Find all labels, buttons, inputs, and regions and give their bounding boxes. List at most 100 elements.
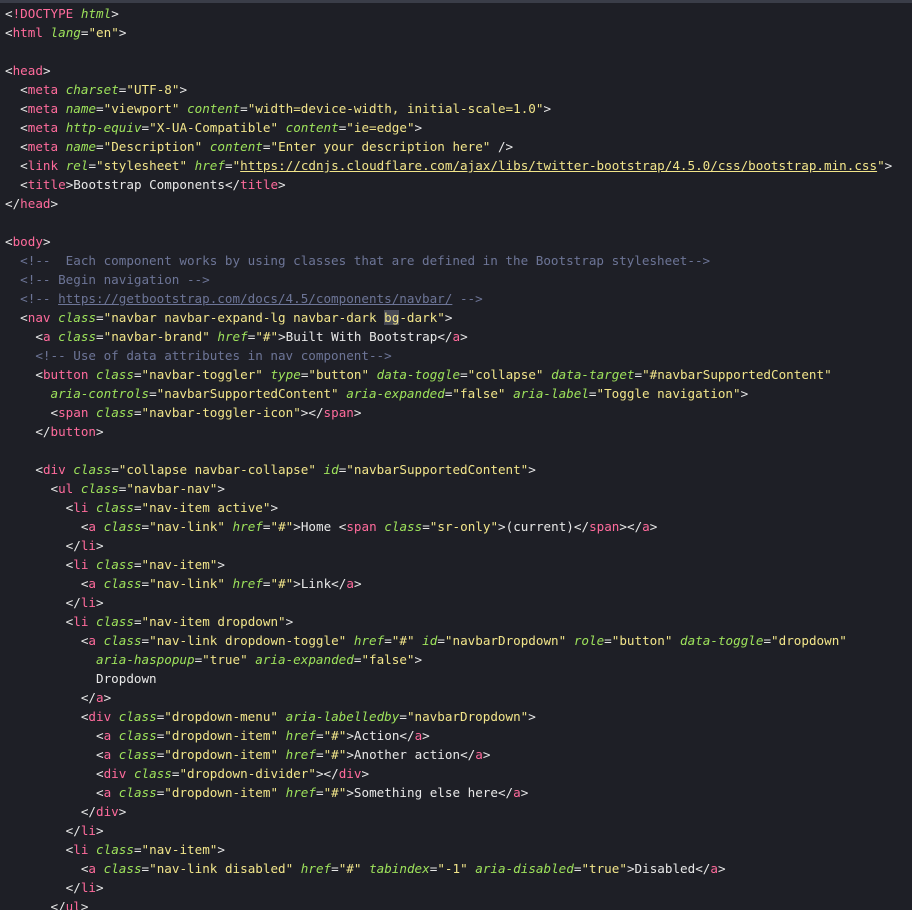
code-line[interactable]: <button class="navbar-toggler" type="but… [5, 365, 892, 384]
code-line[interactable]: <body> [5, 232, 892, 251]
punctuation: = [399, 709, 407, 724]
text-content [5, 785, 96, 800]
attribute-name: content [209, 139, 263, 154]
punctuation: = [604, 633, 612, 648]
text-content [346, 633, 354, 648]
code-line[interactable]: aria-haspopup="true" aria-expanded="fals… [5, 650, 892, 669]
code-line[interactable] [5, 441, 892, 460]
code-line[interactable]: <li class="nav-item"> [5, 555, 892, 574]
code-line[interactable]: <a class="nav-link" href="#">Link</a> [5, 574, 892, 593]
code-line[interactable]: <meta http-equiv="X-UA-Compatible" conte… [5, 118, 892, 137]
code-line[interactable]: aria-controls="navbarSupportedContent" a… [5, 384, 892, 403]
code-line[interactable] [5, 213, 892, 232]
punctuation: </ [573, 519, 590, 534]
code-line[interactable]: <!DOCTYPE html> [5, 4, 892, 23]
punctuation: > [111, 6, 119, 21]
string-literal: "collapse navbar-collapse" [118, 462, 316, 477]
code-line[interactable]: </button> [5, 422, 892, 441]
code-line[interactable]: <meta name="viewport" content="width=dev… [5, 99, 892, 118]
punctuation: = [133, 500, 142, 515]
attribute-name: class [96, 557, 134, 572]
code-line[interactable]: <li class="nav-item dropdown"> [5, 612, 892, 631]
code-line[interactable]: <a class="dropdown-item" href="#">Action… [5, 726, 892, 745]
code-line[interactable]: <div class="dropdown-divider"></div> [5, 764, 892, 783]
string-literal: "viewport" [103, 101, 180, 116]
punctuation: </ [80, 690, 96, 705]
text-content [5, 747, 96, 762]
attribute-name: rel [65, 158, 89, 173]
tag-name: li [80, 538, 97, 553]
attribute-name: tabindex [369, 861, 430, 876]
code-line[interactable]: <meta name="Description" content="Enter … [5, 137, 892, 156]
code-line[interactable]: <li class="nav-item active"> [5, 498, 892, 517]
tag-name: ul [58, 481, 74, 496]
code-line[interactable]: <!-- Use of data attributes in nav compo… [5, 346, 892, 365]
text-content [58, 158, 66, 173]
code-line[interactable]: </div> [5, 802, 892, 821]
tag-name: meta [27, 101, 59, 116]
attribute-name: data-target [551, 367, 635, 382]
code-line[interactable]: <a class="dropdown-item" href="#">Anothe… [5, 745, 892, 764]
code-line[interactable]: </a> [5, 688, 892, 707]
text-content [293, 861, 301, 876]
text-content [5, 329, 35, 344]
punctuation: = [141, 519, 150, 534]
attribute-name: id [422, 633, 438, 648]
code-line[interactable]: </li> [5, 821, 892, 840]
code-line[interactable]: <meta charset="UTF-8"> [5, 80, 892, 99]
punctuation: </ [399, 728, 415, 743]
code-line[interactable]: <div class="dropdown-menu" aria-labelled… [5, 707, 892, 726]
attribute-name: class [80, 481, 119, 496]
code-line[interactable]: <!-- Each component works by using class… [5, 251, 892, 270]
code-line[interactable]: <a class="nav-link disabled" href="#" ta… [5, 859, 892, 878]
code-line[interactable]: <a class="nav-link" href="#">Home <span … [5, 517, 892, 536]
attribute-name: class [118, 728, 157, 743]
code-line[interactable]: Dropdown [5, 669, 892, 688]
code-line[interactable]: <title>Bootstrap Components</title> [5, 175, 892, 194]
code-line[interactable]: </li> [5, 593, 892, 612]
punctuation: </ [331, 576, 347, 591]
punctuation: = [133, 405, 142, 420]
code-line[interactable]: <div class="collapse navbar-collapse" id… [5, 460, 892, 479]
code-line[interactable]: <html lang="en"> [5, 23, 892, 42]
punctuation: = [133, 614, 142, 629]
code-line[interactable]: <a class="dropdown-item" href="#">Someth… [5, 783, 892, 802]
url-link[interactable]: https://cdnjs.cloudflare.com/ajax/libs/t… [240, 158, 877, 173]
text-content [506, 386, 514, 401]
punctuation: > [96, 538, 104, 553]
tag-name: html [12, 25, 43, 40]
code-line[interactable]: <!-- Begin navigation --> [5, 270, 892, 289]
code-line[interactable]: </ul> [5, 897, 892, 910]
code-line[interactable]: <head> [5, 61, 892, 80]
punctuation: </ [65, 538, 81, 553]
punctuation: > [103, 690, 112, 705]
code-line[interactable]: <a class="navbar-brand" href="#">Built W… [5, 327, 892, 346]
tag-name: link [27, 158, 59, 173]
code-line[interactable]: <link rel="stylesheet" href="https://cdn… [5, 156, 892, 175]
text-content [5, 405, 51, 420]
string-literal: "en" [88, 25, 119, 40]
punctuation: = [133, 557, 142, 572]
code-editor[interactable]: <!DOCTYPE html> <html lang="en"> <head> <… [0, 0, 912, 910]
code-line[interactable] [5, 42, 892, 61]
code-line[interactable]: <span class="navbar-toggler-icon"></span… [5, 403, 892, 422]
code-line[interactable]: <!-- https://getbootstrap.com/docs/4.5/c… [5, 289, 892, 308]
code-line[interactable]: </li> [5, 878, 892, 897]
code-content[interactable]: <!DOCTYPE html> <html lang="en"> <head> <… [5, 4, 892, 910]
code-line[interactable]: <li class="nav-item"> [5, 840, 892, 859]
text-content: Home [300, 519, 339, 534]
text-content [5, 158, 20, 173]
code-line[interactable]: <a class="nav-link dropdown-toggle" href… [5, 631, 892, 650]
code-line[interactable]: </head> [5, 194, 892, 213]
text-content [225, 519, 233, 534]
url-link[interactable]: https://getbootstrap.com/docs/4.5/compon… [58, 291, 452, 306]
text-content [88, 557, 96, 572]
code-line[interactable]: <ul class="navbar-nav"> [5, 479, 892, 498]
punctuation: > [346, 728, 354, 743]
string-literal: "ie=edge" [346, 120, 415, 135]
tag-name: div [103, 766, 127, 781]
code-line[interactable]: <nav class="navbar navbar-expand-lg navb… [5, 308, 892, 327]
text-content [5, 101, 20, 116]
code-line[interactable]: </li> [5, 536, 892, 555]
text-content [5, 823, 66, 838]
